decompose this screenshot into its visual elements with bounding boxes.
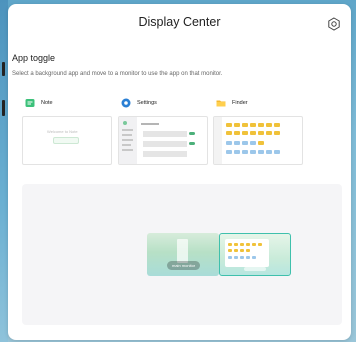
thumb-folder (234, 243, 238, 246)
monitor-secondary[interactable] (219, 233, 291, 276)
thumb-folder (246, 243, 250, 246)
settings-preview-row (143, 131, 187, 137)
main-monitor-label: main monitor (167, 261, 201, 270)
app-card-settings[interactable]: Settings (118, 96, 208, 165)
finder-preview-folder (226, 123, 232, 127)
window-title: Display Center (138, 15, 221, 29)
app-header: Note (22, 96, 112, 110)
note-preview-text: Welcome to Note (47, 129, 78, 134)
thumb-folder (240, 243, 244, 246)
finder-preview-file (226, 141, 232, 145)
app-preview-note[interactable]: Welcome to Note (22, 116, 112, 165)
finder-preview-folder (250, 123, 256, 127)
finder-preview-file (226, 150, 232, 154)
title-bar: Display Center (8, 4, 351, 42)
thumb-folder (246, 249, 250, 252)
settings-preview-line (122, 139, 133, 141)
finder-preview-file (258, 150, 264, 154)
app-name: Finder (232, 100, 248, 106)
gear-icon (328, 17, 340, 31)
settings-preview-sidebar (119, 117, 137, 164)
app-name: Settings (137, 100, 157, 106)
monitor-main[interactable]: main monitor (147, 233, 219, 276)
finder-preview-file (250, 141, 256, 145)
finder-preview-file (242, 141, 248, 145)
settings-preview-line (122, 134, 132, 136)
desktop-wallpaper-edge (0, 0, 8, 342)
settings-preview-line (141, 123, 159, 125)
finder-preview-file (274, 150, 280, 154)
finder-preview-file (266, 150, 272, 154)
desktop-edge-mark (2, 62, 5, 76)
app-name: Note (41, 100, 53, 106)
settings-preview-line (122, 144, 131, 146)
thumb-folder (228, 243, 232, 246)
finder-preview-folder (274, 131, 280, 135)
note-preview-bar (53, 137, 79, 144)
thumb-folder (228, 249, 232, 252)
finder-preview-folder (226, 131, 232, 135)
settings-preview-row (143, 141, 187, 147)
app-header: Settings (118, 96, 208, 110)
app-toggle-heading: App toggle (12, 53, 56, 63)
finder-preview-folder (266, 131, 272, 135)
monitor-app-thumbnail (225, 239, 269, 267)
finder-preview-file (234, 141, 240, 145)
settings-preview-line (122, 129, 133, 131)
desktop-edge-mark (2, 100, 5, 116)
app-preview-finder[interactable] (213, 116, 303, 165)
app-toggle-description: Select a background app and move to a mo… (12, 71, 223, 77)
thumb-folder (234, 249, 238, 252)
thumb-file (240, 256, 244, 259)
app-card-finder[interactable]: Finder (213, 96, 303, 165)
wallpaper-building (177, 239, 188, 263)
monitor-arrangement-area[interactable]: main monitor (22, 184, 342, 325)
display-center-window: Display Center App toggle Select a backg… (8, 4, 351, 340)
finder-preview-file (242, 150, 248, 154)
thumb-file (252, 256, 256, 259)
thumb-folder (252, 243, 256, 246)
monitor-label-placeholder (244, 267, 266, 271)
settings-button[interactable] (327, 17, 341, 31)
finder-preview-file (234, 150, 240, 154)
finder-preview-folder (234, 131, 240, 135)
finder-preview-folder (274, 123, 280, 127)
finder-preview-file (250, 150, 256, 154)
thumb-file (234, 256, 238, 259)
settings-preview-toggle (189, 132, 195, 135)
finder-preview-folder (258, 141, 264, 145)
finder-preview-folder (258, 131, 264, 135)
app-card-note[interactable]: Note Welcome to Note (22, 96, 112, 165)
settings-app-icon (121, 98, 131, 108)
finder-preview-folder (258, 123, 264, 127)
settings-preview-row (143, 151, 187, 157)
thumb-file (228, 256, 232, 259)
finder-preview-folder (242, 131, 248, 135)
app-header: Finder (213, 96, 303, 110)
folder-icon (216, 100, 226, 107)
settings-preview-avatar (123, 121, 127, 125)
thumb-folder (258, 243, 262, 246)
note-icon (25, 99, 35, 107)
app-preview-settings[interactable] (118, 116, 208, 165)
finder-preview-folder (242, 123, 248, 127)
settings-preview-line (122, 149, 133, 151)
settings-preview-toggle (189, 142, 195, 145)
finder-preview-sidebar (214, 117, 222, 164)
thumb-folder (240, 249, 244, 252)
finder-preview-folder (250, 131, 256, 135)
thumb-file (246, 256, 250, 259)
finder-preview-folder (234, 123, 240, 127)
finder-preview-folder (266, 123, 272, 127)
